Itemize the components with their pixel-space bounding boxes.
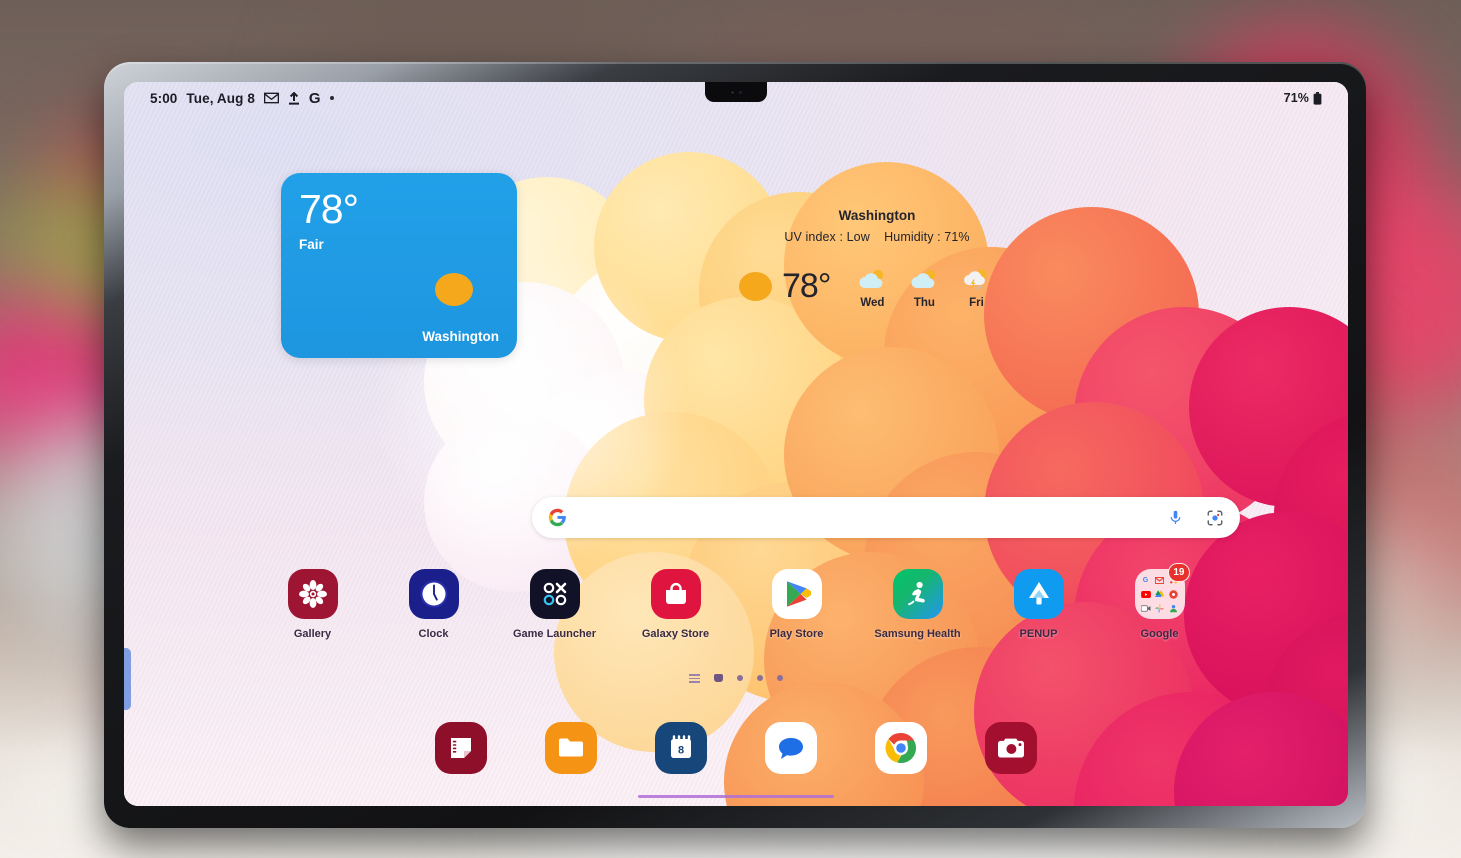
weather-widget[interactable]: 78° Fair Washington [281, 173, 517, 358]
app-label: Play Store [769, 628, 824, 640]
forecast-day[interactable]: Fri [958, 268, 994, 309]
app-gallery[interactable]: Gallery [281, 569, 345, 640]
forecast-day[interactable]: Wed [854, 268, 890, 309]
weather-temperature: 78° [299, 186, 359, 232]
upload-icon [288, 91, 300, 105]
samsung-health-icon [892, 569, 943, 619]
google-icon: G [308, 89, 321, 107]
partly-cloudy-icon [911, 269, 936, 289]
app-google-folder[interactable]: G 19 Google [1128, 563, 1192, 640]
app-play-store[interactable]: Play Store [765, 569, 829, 640]
mini-maps-icon [1168, 588, 1180, 600]
partly-cloudy-icon [859, 269, 884, 289]
dock-bar[interactable]: 8 [124, 722, 1348, 774]
penup-icon [1013, 569, 1064, 619]
app-label: Game Launcher [512, 628, 597, 640]
glance-temperature: 78° [782, 267, 831, 305]
app-label: PENUP [1019, 628, 1058, 640]
app-label: Galaxy Store [641, 628, 710, 640]
sensor-dot-icon [739, 90, 742, 94]
microphone-icon[interactable] [1167, 509, 1184, 526]
dock-my-files[interactable] [545, 722, 597, 774]
mini-google-icon: G [1142, 576, 1149, 584]
app-label: Clock [418, 628, 449, 640]
app-samsung-health[interactable]: Samsung Health [874, 569, 961, 640]
mini-youtube-icon [1140, 588, 1152, 600]
camera-lens-icon [730, 89, 735, 95]
google-search-bar[interactable] [532, 497, 1240, 538]
more-dot-icon [329, 96, 334, 100]
clock-icon [408, 569, 459, 619]
mini-drive-icon [1154, 588, 1166, 600]
app-list-icon[interactable] [689, 674, 700, 683]
gesture-nav-pill[interactable] [638, 795, 834, 798]
sun-icon [739, 272, 772, 301]
mini-meet-icon [1140, 602, 1152, 614]
status-bar-right: 71% [1284, 91, 1322, 105]
page-indicator[interactable] [124, 674, 1348, 683]
forecast-day-label: Fri [969, 297, 984, 309]
app-label: Gallery [293, 628, 332, 640]
weather-glance-widget[interactable]: Washington UV index : Low Humidity : 71%… [717, 208, 1037, 309]
mini-contacts-icon [1168, 602, 1180, 614]
search-input[interactable] [567, 509, 1167, 526]
svg-text:8: 8 [678, 745, 684, 757]
front-camera-notch [705, 82, 767, 102]
sun-icon [435, 273, 473, 306]
app-galaxy-store[interactable]: Galaxy Store [641, 569, 710, 640]
forecast-day-label: Wed [860, 297, 885, 309]
app-clock[interactable]: Clock [402, 569, 466, 640]
weather-city: Washington [422, 329, 499, 344]
edge-panel-handle[interactable] [124, 648, 131, 710]
status-date: Tue, Aug 8 [186, 90, 255, 106]
game-launcher-icon [529, 569, 580, 619]
app-label: Samsung Health [874, 628, 961, 640]
dock-messages[interactable] [765, 722, 817, 774]
page-dot[interactable] [757, 675, 763, 682]
dock-chrome[interactable] [875, 722, 927, 774]
page-dot[interactable] [737, 675, 743, 682]
dock-samsung-notes[interactable] [435, 722, 487, 774]
gmail-icon [263, 92, 279, 104]
tablet-device: 5:00 Tue, Aug 8 G 71% 78° Fair Washingto… [104, 62, 1366, 828]
app-penup[interactable]: PENUP [1007, 569, 1071, 640]
thunderstorm-icon [964, 269, 988, 290]
weather-condition: Fair [299, 237, 324, 252]
battery-icon [1313, 91, 1322, 105]
dock-calendar[interactable]: 8 [655, 722, 707, 774]
play-store-icon [771, 569, 822, 619]
galaxy-store-icon [650, 569, 701, 619]
page-dot[interactable] [777, 675, 783, 682]
status-time: 5:00 [150, 90, 178, 106]
glance-uv-index: UV index : Low [784, 230, 870, 244]
glance-city: Washington [838, 208, 916, 223]
glance-forecast: Wed Thu Fri [854, 268, 994, 309]
app-label: Google [1140, 628, 1179, 640]
gallery-icon [287, 569, 338, 619]
glance-humidity: Humidity : 71% [884, 230, 970, 244]
forecast-day-label: Thu [913, 297, 935, 309]
forecast-day[interactable]: Thu [906, 268, 942, 309]
google-folder-icon: G 19 [1134, 563, 1190, 619]
dock-camera[interactable] [985, 722, 1037, 774]
folder-badge-count: 19 [1168, 563, 1190, 582]
glance-meta: UV index : Low Humidity : 71% [717, 230, 1037, 244]
status-bar-left: 5:00 Tue, Aug 8 G [150, 90, 334, 107]
page-dot-home[interactable] [714, 674, 723, 683]
google-g-icon [548, 508, 567, 527]
app-game-launcher[interactable]: Game Launcher [513, 569, 596, 640]
glance-current-row: 78° Wed Thu Fri [717, 264, 1037, 309]
mini-photos-icon [1154, 602, 1166, 614]
home-app-grid[interactable]: Gallery Clock Game Launcher Galaxy Store… [124, 563, 1348, 640]
tablet-screen[interactable]: 5:00 Tue, Aug 8 G 71% 78° Fair Washingto… [124, 82, 1348, 806]
google-lens-icon[interactable] [1206, 509, 1224, 527]
mini-gmail-icon [1154, 574, 1166, 586]
battery-percent: 71% [1283, 91, 1309, 105]
